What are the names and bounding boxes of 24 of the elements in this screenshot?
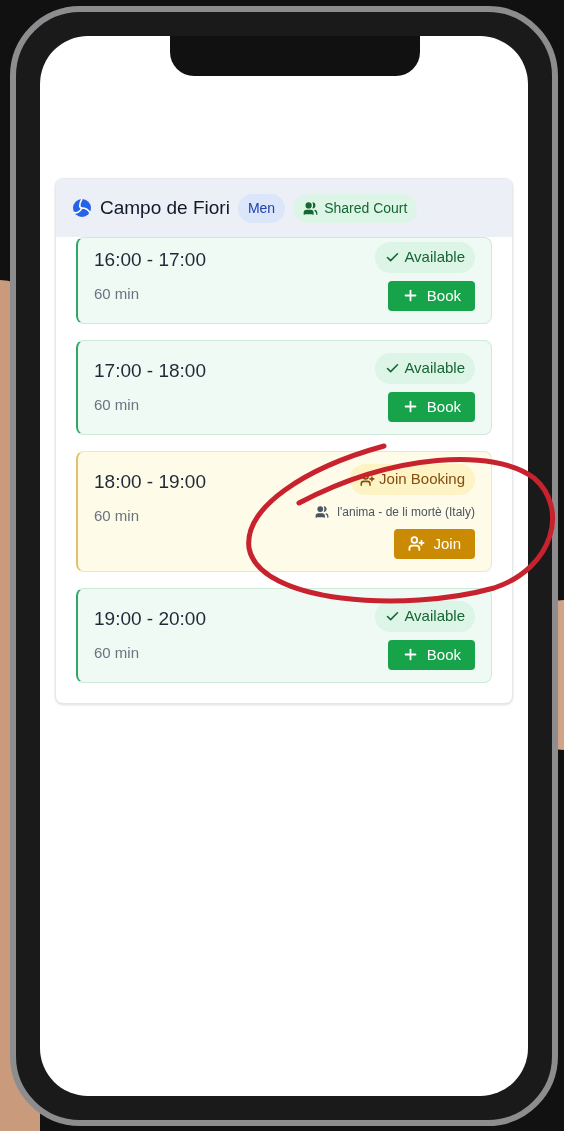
slot-duration: 60 min (94, 394, 141, 415)
status-badge: Available (375, 353, 475, 384)
slot-action-button[interactable]: Join (394, 528, 475, 559)
team-name: l'anima - de li mortè (Italy) (337, 503, 475, 521)
users-icon (303, 200, 319, 216)
slot-duration: 60 min (94, 642, 141, 663)
slot-duration: 60 min (94, 283, 141, 304)
category-badge: Men (237, 193, 286, 223)
slot-action-button[interactable]: Book (387, 639, 475, 670)
users-icon (315, 504, 330, 519)
court-type-badge: Shared Court (293, 193, 418, 223)
status-badge: Available (375, 601, 475, 632)
volleyball-icon (72, 198, 92, 218)
slot-action-button[interactable]: Book (387, 391, 475, 422)
slot-duration: 60 min (94, 505, 141, 526)
user-plus-icon (408, 535, 426, 553)
slot-time: 18:00 - 19:00 (94, 470, 206, 494)
slot-time: 17:00 - 18:00 (94, 359, 206, 383)
status-badge: Available (375, 242, 475, 273)
status-badge: Join Booking (350, 464, 475, 495)
slot-time: 16:00 - 17:00 (94, 248, 206, 272)
slot-action-button[interactable]: Book (387, 280, 475, 311)
venue-name: Campo de Fiori (100, 195, 230, 220)
slot-time: 19:00 - 20:00 (94, 607, 206, 631)
